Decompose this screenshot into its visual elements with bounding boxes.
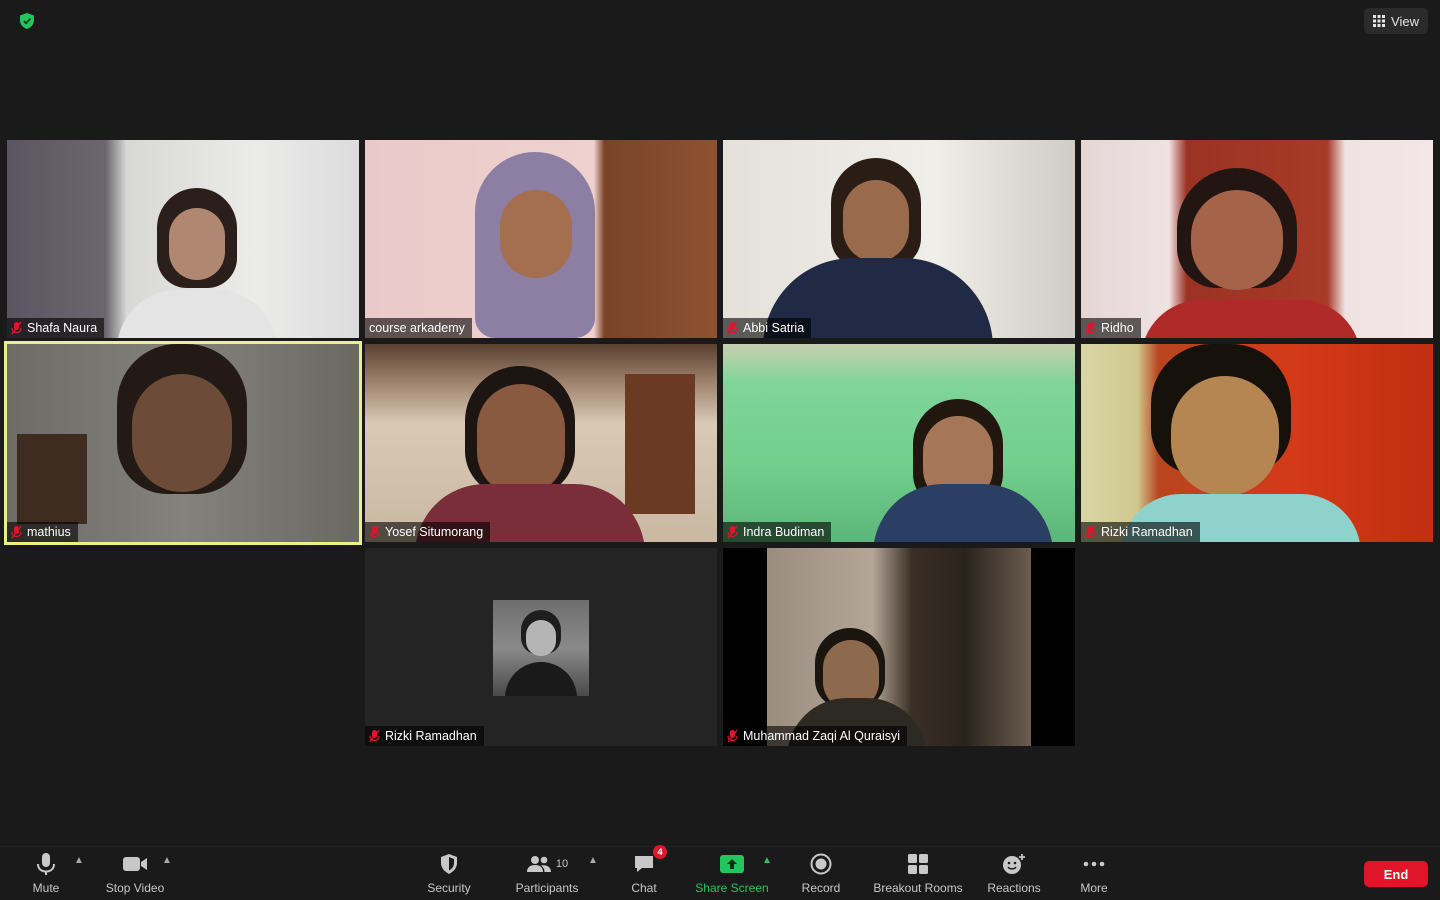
- video-tile-course-arkademy[interactable]: course arkademy: [365, 140, 717, 338]
- view-button[interactable]: View: [1364, 8, 1428, 34]
- security-shield-icon: [439, 851, 459, 877]
- profile-picture: [493, 600, 589, 696]
- audio-options-caret-icon[interactable]: ▲: [74, 855, 84, 866]
- participant-name-tag: Yosef Situmorang: [365, 522, 491, 542]
- reactions-button[interactable]: Reactions: [984, 851, 1044, 897]
- encryption-shield-icon[interactable]: [14, 8, 40, 34]
- participant-name: Muhammad Zaqi Al Quraisyi: [743, 729, 901, 743]
- participant-name-tag: Rizki Ramadhan: [365, 726, 484, 746]
- share-screen-icon: [719, 851, 745, 877]
- video-camera-icon: [122, 851, 148, 877]
- participant-name-tag: Rizki Ramadhan: [1081, 522, 1200, 542]
- muted-mic-icon: [1085, 321, 1096, 335]
- muted-mic-icon: [727, 729, 738, 743]
- chat-unread-badge: 4: [653, 845, 667, 859]
- participants-icon: 10: [526, 851, 568, 877]
- muted-mic-icon: [1085, 525, 1096, 539]
- participant-name: Rizki Ramadhan: [1101, 525, 1193, 539]
- microphone-icon: [36, 851, 56, 877]
- zoom-meeting-window: View Shafa Naura course arkademy Abbi Sa…: [0, 0, 1440, 900]
- share-screen-button[interactable]: Share Screen: [692, 851, 772, 897]
- breakout-rooms-button[interactable]: Breakout Rooms: [870, 851, 966, 897]
- muted-mic-icon: [727, 321, 738, 335]
- participant-name-tag: Indra Budiman: [723, 522, 832, 542]
- stop-video-label: Stop Video: [105, 881, 165, 895]
- reactions-emoji-icon: [1002, 851, 1026, 877]
- grid-icon: [1373, 15, 1386, 27]
- muted-mic-icon: [369, 525, 380, 539]
- participant-video: [767, 548, 1031, 746]
- security-label: Security: [427, 881, 471, 895]
- participant-name-tag: mathius: [7, 522, 78, 542]
- video-tile-indra-budiman[interactable]: Indra Budiman: [723, 344, 1075, 542]
- record-button[interactable]: Record: [798, 851, 844, 897]
- video-tile-mathius[interactable]: mathius: [4, 341, 362, 545]
- participant-name: Abbi Satria: [743, 321, 805, 335]
- participant-name-tag: Shafa Naura: [7, 318, 105, 338]
- more-label: More: [1080, 881, 1108, 895]
- more-button[interactable]: More: [1076, 851, 1112, 897]
- participant-video: [7, 344, 359, 542]
- chat-label: Chat: [631, 881, 657, 895]
- participant-name: course arkademy: [369, 321, 465, 335]
- video-tile-ridho[interactable]: Ridho: [1081, 140, 1433, 338]
- muted-mic-icon: [727, 525, 738, 539]
- participant-video: [723, 140, 1075, 338]
- participant-name: Indra Budiman: [743, 525, 825, 539]
- muted-mic-icon: [369, 729, 380, 743]
- chat-button[interactable]: 4 Chat: [628, 845, 667, 897]
- mute-button[interactable]: Mute: [28, 851, 64, 897]
- participants-label: Participants: [515, 881, 579, 895]
- participants-button[interactable]: 10 Participants: [512, 851, 582, 897]
- participant-name: Rizki Ramadhan: [385, 729, 477, 743]
- security-button[interactable]: Security: [424, 851, 474, 897]
- more-dots-icon: [1083, 851, 1105, 877]
- participant-name-tag: Abbi Satria: [723, 318, 812, 338]
- participant-name-tag: Muhammad Zaqi Al Quraisyi: [723, 726, 908, 746]
- muted-mic-icon: [11, 321, 22, 335]
- participants-options-caret-icon[interactable]: ▲: [588, 855, 598, 866]
- participant-name: Yosef Situmorang: [385, 525, 484, 539]
- participant-name-tag: Ridho: [1081, 318, 1141, 338]
- video-options-caret-icon[interactable]: ▲: [162, 855, 172, 866]
- mute-label: Mute: [32, 881, 60, 895]
- participant-name: mathius: [27, 525, 71, 539]
- participant-video: [365, 140, 717, 338]
- participant-video: [1081, 344, 1433, 542]
- participant-video: [723, 344, 1075, 542]
- video-tile-abbi-satria[interactable]: Abbi Satria: [723, 140, 1075, 338]
- participant-video: [7, 140, 359, 338]
- breakout-rooms-label: Breakout Rooms: [873, 881, 963, 895]
- share-options-caret-icon[interactable]: ▲: [762, 855, 772, 866]
- record-icon: [810, 851, 832, 877]
- participants-count: 10: [555, 858, 569, 870]
- participant-name: Shafa Naura: [27, 321, 98, 335]
- video-tile-rizki-ramadhan[interactable]: Rizki Ramadhan: [1081, 344, 1433, 542]
- stop-video-button[interactable]: Stop Video: [102, 851, 168, 897]
- video-tile-rizki-ramadhan-video-off[interactable]: Rizki Ramadhan: [365, 548, 717, 746]
- view-label: View: [1391, 13, 1419, 29]
- end-meeting-button[interactable]: End: [1364, 861, 1428, 887]
- video-tile-muhammad-zaqi-al-quraisyi[interactable]: Muhammad Zaqi Al Quraisyi: [723, 548, 1075, 746]
- video-tile-shafa-naura[interactable]: Shafa Naura: [7, 140, 359, 338]
- share-screen-label: Share Screen: [695, 881, 769, 895]
- chat-bubble-icon: 4: [633, 845, 667, 877]
- meeting-toolbar: Mute ▲ Stop Video ▲ Security 10 Particip…: [0, 845, 1440, 900]
- participant-name: Ridho: [1101, 321, 1134, 335]
- muted-mic-icon: [11, 525, 22, 539]
- reactions-label: Reactions: [987, 881, 1041, 895]
- participant-video: [365, 344, 717, 542]
- video-tile-yosef-situmorang[interactable]: Yosef Situmorang: [365, 344, 717, 542]
- breakout-rooms-icon: [907, 851, 929, 877]
- record-label: Record: [801, 881, 841, 895]
- participant-name-tag: course arkademy: [365, 318, 472, 338]
- participant-video: [1081, 140, 1433, 338]
